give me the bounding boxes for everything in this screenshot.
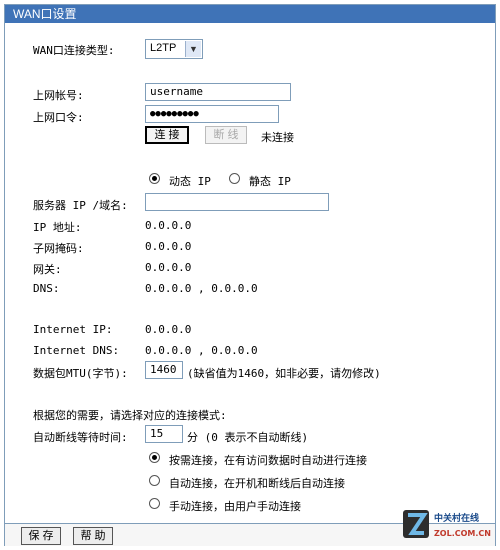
save-button[interactable]: 保 存 [21,527,61,545]
help-button[interactable]: 帮 助 [73,527,113,545]
ip-value: 0.0.0.0 [145,219,192,232]
static-ip-radio[interactable] [229,173,240,184]
dynamic-ip-radio[interactable] [149,173,160,184]
watermark-line2: ZOL.COM.CN [434,529,491,538]
subnet-value: 0.0.0.0 [145,240,192,253]
username-label: 上网帐号: [33,89,84,102]
password-label: 上网口令: [33,111,84,124]
connect-button[interactable]: 连 接 [145,126,189,144]
mode-manual-radio[interactable] [149,498,160,509]
dns-label: DNS: [33,282,60,295]
wan-type-value: L2TP [150,42,177,54]
wan-type-select[interactable]: L2TP ▼ [145,39,203,59]
zol-watermark-logo: 中关村在线 ZOL.COM.CN [402,506,494,542]
username-field[interactable]: username [145,83,291,101]
subnet-label: 子网掩码: [33,242,84,255]
mode-on-demand-label: 按需连接，在有访问数据时自动进行连接 [169,454,367,467]
internet-dns-value: 0.0.0.0 , 0.0.0.0 [145,344,258,357]
wan-settings-panel: WAN口设置 WAN口连接类型: L2TP ▼ 上网帐号: username 上… [4,4,496,546]
server-label: 服务器 IP /域名: [33,199,128,212]
idle-field[interactable]: 15 [145,425,183,443]
panel-title: WAN口设置 [5,5,495,23]
mode-auto-label: 自动连接，在开机和断线后自动连接 [169,477,345,490]
static-ip-label: 静态 IP [249,175,291,188]
zol-logo-icon: 中关村在线 ZOL.COM.CN [403,510,491,538]
dns-value: 0.0.0.0 , 0.0.0.0 [145,282,258,295]
idle-label: 自动断线等待时间: [33,431,128,444]
gateway-label: 网关: [33,263,62,276]
internet-ip-label: Internet IP: [33,323,113,336]
mode-manual-label: 手动连接，由用户手动连接 [169,500,301,513]
dynamic-ip-label: 动态 IP [169,175,211,188]
connection-status: 未连接 [261,132,294,144]
disconnect-button[interactable]: 断 线 [205,126,247,144]
password-field[interactable]: ●●●●●●●●● [145,105,279,123]
wan-type-label: WAN口连接类型: [33,44,115,57]
mode-heading: 根据您的需要，请选择对应的连接模式: [33,409,227,422]
mtu-field[interactable]: 1460 [145,361,183,379]
ip-label: IP 地址: [33,221,82,234]
mode-on-demand-radio[interactable] [149,452,160,463]
internet-dns-label: Internet DNS: [33,344,120,357]
chevron-down-icon: ▼ [185,41,201,57]
mtu-label: 数据包MTU(字节): [33,367,128,380]
watermark-line1: 中关村在线 [434,512,479,524]
mtu-hint: (缺省值为1460，如非必要，请勿修改) [187,367,381,380]
gateway-value: 0.0.0.0 [145,261,192,274]
idle-hint: 分 (0 表示不自动断线) [187,431,309,444]
internet-ip-value: 0.0.0.0 [145,323,192,336]
mode-auto-radio[interactable] [149,475,160,486]
server-field[interactable] [145,193,329,211]
